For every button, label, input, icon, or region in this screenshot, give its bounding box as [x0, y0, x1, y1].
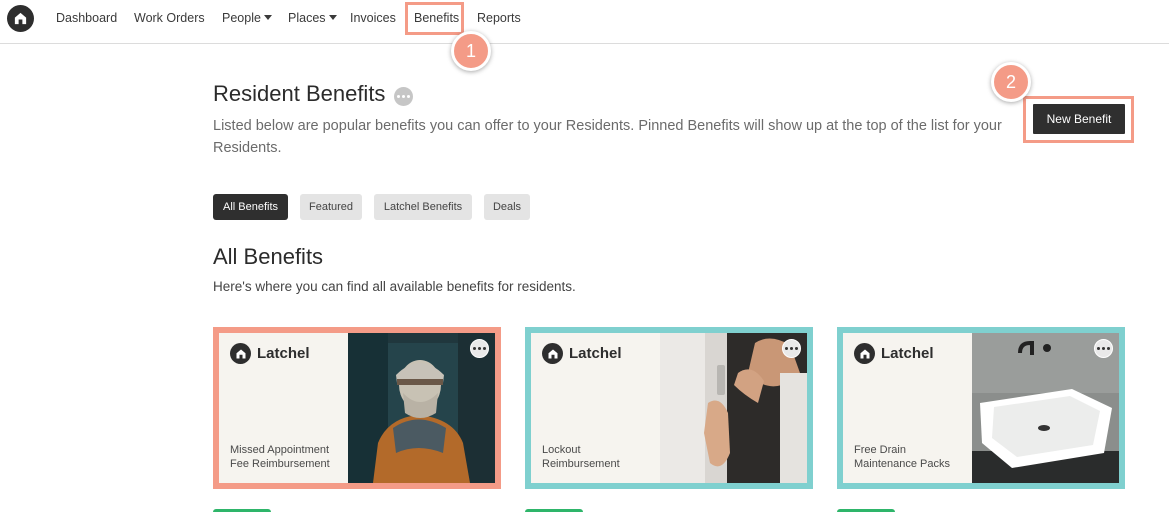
filter-featured[interactable]: Featured: [300, 194, 362, 220]
brand-name: Latchel: [569, 345, 622, 362]
latchel-logo-icon: [854, 343, 875, 364]
nav-people-label: People: [222, 11, 261, 25]
latchel-logo-icon: [230, 343, 251, 364]
page-title: Resident Benefits: [213, 81, 386, 106]
nav-places[interactable]: Places: [288, 11, 337, 25]
nav-reports[interactable]: Reports: [477, 11, 521, 25]
filter-all-benefits[interactable]: All Benefits: [213, 194, 288, 220]
nav-work-orders[interactable]: Work Orders: [134, 11, 205, 25]
chevron-down-icon: [328, 15, 337, 21]
nav-places-label: Places: [288, 11, 326, 25]
latchel-home-icon[interactable]: [7, 5, 34, 32]
step-badge-2: 2: [991, 62, 1031, 102]
latchel-logo-icon: [542, 343, 563, 364]
filter-latchel-benefits[interactable]: Latchel Benefits: [374, 194, 472, 220]
more-horizontal-icon[interactable]: [782, 339, 801, 358]
benefits-highlight-frame: [405, 2, 464, 35]
benefit-card[interactable]: Latchel Missed Appointment Fee Reimburse…: [213, 327, 501, 489]
nav-invoices[interactable]: Invoices: [350, 11, 396, 25]
benefit-card[interactable]: Latchel Lockout Reimbursement: [525, 327, 813, 489]
section-description: Here's where you can find all available …: [213, 279, 576, 294]
more-horizontal-icon[interactable]: [1094, 339, 1113, 358]
brand-name: Latchel: [881, 345, 934, 362]
card-title: Lockout Reimbursement: [542, 444, 620, 470]
card-title: Missed Appointment Fee Reimbursement: [230, 444, 330, 470]
card-title: Free Drain Maintenance Packs: [854, 444, 950, 470]
filter-deals[interactable]: Deals: [484, 194, 530, 220]
nav-dashboard[interactable]: Dashboard: [56, 11, 117, 25]
brand-name: Latchel: [257, 345, 310, 362]
more-horizontal-icon[interactable]: [470, 339, 489, 358]
card-photo-sink: [972, 333, 1119, 483]
section-title: All Benefits: [213, 244, 324, 269]
page-description: Listed below are popular benefits you ca…: [213, 118, 1002, 156]
more-horizontal-icon[interactable]: [394, 87, 413, 106]
card-photo-technician: [348, 333, 495, 483]
nav-people[interactable]: People: [222, 11, 272, 25]
benefit-card[interactable]: Latchel Free Drain Maintenance Packs: [837, 327, 1125, 489]
top-navigation: Dashboard Work Orders People Places Invo…: [0, 0, 1169, 44]
new-benefit-button[interactable]: New Benefit: [1033, 104, 1125, 134]
chevron-down-icon: [263, 15, 272, 21]
step-badge-1: 1: [451, 31, 491, 71]
card-photo-door-lock: [660, 333, 807, 483]
